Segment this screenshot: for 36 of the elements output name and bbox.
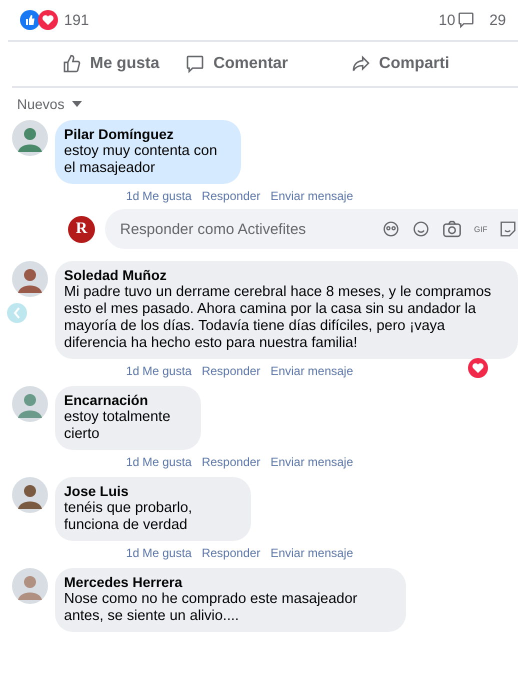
share-button[interactable]: Comparti <box>351 54 450 74</box>
comment-time: 1d <box>126 455 140 469</box>
reply-link[interactable]: Responder <box>202 546 260 560</box>
comment-author[interactable]: Pilar Domínguez <box>64 126 229 143</box>
comment-text: Nose como no he comprado este masajeador antes, se siente un alivio.... <box>64 591 358 625</box>
comment-time: 1d <box>126 364 140 378</box>
gif-button[interactable]: GIF <box>474 224 488 234</box>
sort-dropdown[interactable]: Nuevos <box>17 96 82 112</box>
comment-time: 1d <box>126 546 140 560</box>
send-message-link[interactable]: Enviar mensaje <box>270 546 354 560</box>
reply-link[interactable]: Responder <box>202 455 260 469</box>
comment-text: estoy totalmente cierto <box>64 409 172 443</box>
send-message-link[interactable]: Enviar mensaje <box>270 364 354 378</box>
comment-button[interactable]: Comentar <box>185 54 288 74</box>
comment-author[interactable]: Mercedes Herrera <box>64 574 394 591</box>
comment-text: Mi padre tuvo un derrame cerebral hace 8 meses, y le compramos esto el mes pasado. Ahora camina por la casa sin su andador la mayoría de los días. Todavía tiene días difíciles, pero ¡vaya diferencia ha hecho esto para nuestra familia! <box>64 284 492 352</box>
send-message-link[interactable]: Enviar mensaje <box>270 455 354 469</box>
comment-count: 10 <box>438 12 456 28</box>
comment-author[interactable]: Encarnación <box>64 392 189 409</box>
like-button[interactable]: Me gusta <box>62 54 160 74</box>
reply-link[interactable]: Responder <box>202 364 260 378</box>
comment-author[interactable]: Jose Luis <box>64 483 239 500</box>
reply-link[interactable]: Responder <box>202 189 260 203</box>
like-link[interactable]: Me gusta <box>142 189 192 203</box>
reaction-count: 191 <box>64 12 90 28</box>
reply-field[interactable]: Responder como Activefites GIF <box>105 209 518 249</box>
comment-time: 1d <box>126 189 140 203</box>
page-avatar: R <box>68 216 95 242</box>
like-link[interactable]: Me gusta <box>142 546 192 560</box>
like-link[interactable]: Me gusta <box>142 364 192 378</box>
share-count: 29 <box>489 12 506 28</box>
comment-author[interactable]: Soledad Muñoz <box>64 267 506 284</box>
comment-text: estoy muy contenta con el masajeador <box>64 143 218 177</box>
comment-text: tenéis que probarlo, funciona de verdad <box>64 500 194 534</box>
send-message-link[interactable]: Enviar mensaje <box>270 189 354 203</box>
like-link[interactable]: Me gusta <box>142 455 192 469</box>
